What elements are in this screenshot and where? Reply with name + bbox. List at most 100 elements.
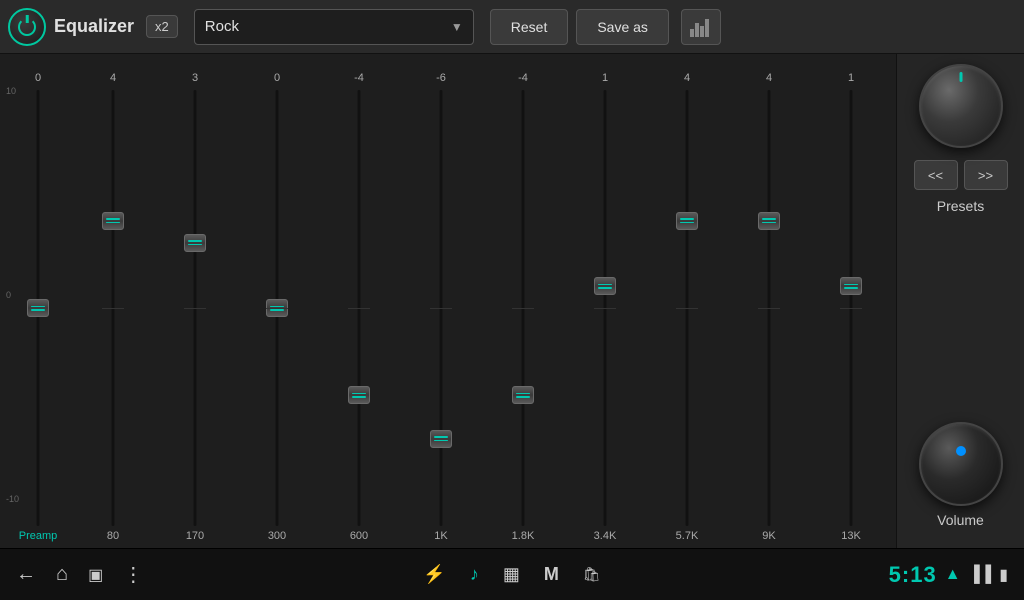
band-track-3.4K xyxy=(604,90,607,526)
volume-label: Volume xyxy=(937,512,984,528)
band-track-170 xyxy=(194,90,197,526)
band-col-80: 480 xyxy=(72,54,154,548)
band-freq-label-300: 300 xyxy=(268,530,286,548)
band-col-1.8K: -4 1.8K xyxy=(482,54,564,548)
preamp-value: 0 xyxy=(35,72,41,86)
right-panel: << >> Presets Volume xyxy=(896,54,1024,548)
preset-selector-wrap: Rock ▼ xyxy=(194,9,474,45)
handle-line xyxy=(762,218,776,220)
stats-icon xyxy=(690,17,712,37)
preamp-slider[interactable] xyxy=(28,90,48,526)
app-title: Equalizer xyxy=(54,16,134,37)
handle-line xyxy=(188,240,202,242)
volume-knob[interactable] xyxy=(919,422,1003,506)
eq-section: 10 0 -10 0 Preamp 48031 xyxy=(0,54,896,548)
statusbar-center: ⚡ ♪ ▦ M 🛍 xyxy=(347,564,678,585)
band-track-80 xyxy=(112,90,115,526)
band-handle-3.4K[interactable] xyxy=(594,277,616,295)
band-col-13K: 1 13K xyxy=(810,54,892,548)
band-track-1K xyxy=(440,90,443,526)
band-freq-label-1K: 1K xyxy=(434,530,447,548)
band-freq-label-13K: 13K xyxy=(841,530,861,548)
band-handle-300[interactable] xyxy=(266,299,288,317)
band-slider-5.7K[interactable] xyxy=(676,90,698,526)
band-handle-9K[interactable] xyxy=(758,212,780,230)
band-track-5.7K xyxy=(686,90,689,526)
band-value-600: -4 xyxy=(354,72,364,86)
handle-line xyxy=(106,218,120,220)
band-handle-1K[interactable] xyxy=(430,430,452,448)
band-freq-label-9K: 9K xyxy=(762,530,775,548)
back-icon[interactable]: ← xyxy=(16,563,36,586)
band-value-170: 3 xyxy=(192,72,198,86)
band-value-13K: 1 xyxy=(848,72,854,86)
band-value-1.8K: -4 xyxy=(518,72,528,86)
band-col-3.4K: 1 3.4K xyxy=(564,54,646,548)
preset-selector[interactable]: Rock ▼ xyxy=(194,9,474,45)
main-area: 10 0 -10 0 Preamp 48031 xyxy=(0,54,1024,548)
handle-line xyxy=(844,287,858,289)
presets-controls: << >> xyxy=(914,160,1008,190)
statusbar-right: 5:13 ▲ ▐▐ ▮ xyxy=(677,562,1008,588)
band-slider-1.8K[interactable] xyxy=(512,90,534,526)
band-value-5.7K: 4 xyxy=(684,72,690,86)
band-handle-600[interactable] xyxy=(348,386,370,404)
band-freq-label-3.4K: 3.4K xyxy=(594,530,617,548)
presets-label: Presets xyxy=(937,198,984,214)
band-value-3.4K: 1 xyxy=(602,72,608,86)
signal-strength-icon: ▐▐ xyxy=(969,566,992,584)
band-handle-170[interactable] xyxy=(184,234,206,252)
stats-button[interactable] xyxy=(681,9,721,45)
handle-line xyxy=(762,222,776,224)
band-slider-80[interactable] xyxy=(102,90,124,526)
power-button[interactable] xyxy=(8,8,46,46)
volume-knob-wrap: Volume xyxy=(919,422,1003,538)
header: Equalizer x2 Rock ▼ Reset Save as xyxy=(0,0,1024,54)
band-track-600 xyxy=(358,90,361,526)
band-value-300: 0 xyxy=(274,72,280,86)
handle-line xyxy=(106,222,120,224)
handle-line xyxy=(680,218,694,220)
volume-knob-indicator xyxy=(956,446,966,456)
band-handle-5.7K[interactable] xyxy=(676,212,698,230)
band-slider-300[interactable] xyxy=(266,90,288,526)
band-col-5.7K: 45.7K xyxy=(646,54,728,548)
chevron-down-icon: ▼ xyxy=(451,20,463,34)
usb-icon: ⚡ xyxy=(423,564,445,585)
recent-apps-icon[interactable]: ▣ xyxy=(88,565,103,585)
band-handle-1.8K[interactable] xyxy=(512,386,534,404)
band-track-13K xyxy=(850,90,853,526)
saveas-button[interactable]: Save as xyxy=(576,9,669,45)
preamp-label: Preamp xyxy=(19,530,58,548)
band-slider-1K[interactable] xyxy=(430,90,452,526)
band-col-170: 3 170 xyxy=(154,54,236,548)
music-icon: ♪ xyxy=(470,564,479,585)
band-slider-3.4K[interactable] xyxy=(594,90,616,526)
band-slider-13K[interactable] xyxy=(840,90,862,526)
handle-line xyxy=(270,309,284,311)
knob-indicator xyxy=(959,72,962,82)
band-value-1K: -6 xyxy=(436,72,446,86)
wifi-icon: ▲ xyxy=(945,566,961,584)
band-col-600: -4600 xyxy=(318,54,400,548)
band-freq-label-1.8K: 1.8K xyxy=(512,530,535,548)
menu-icon[interactable]: ⋮ xyxy=(123,562,143,587)
handle-line xyxy=(598,284,612,286)
statusbar-left: ← ⌂ ▣ ⋮ xyxy=(16,562,347,587)
preset-prev-button[interactable]: << xyxy=(914,160,958,190)
band-value-9K: 4 xyxy=(766,72,772,86)
eq-knob[interactable] xyxy=(919,64,1003,148)
handle-line xyxy=(270,306,284,308)
band-handle-13K[interactable] xyxy=(840,277,862,295)
band-slider-600[interactable] xyxy=(348,90,370,526)
band-freq-label-170: 170 xyxy=(186,530,204,548)
preset-next-button[interactable]: >> xyxy=(964,160,1008,190)
handle-line xyxy=(188,244,202,246)
reset-button[interactable]: Reset xyxy=(490,9,569,45)
band-slider-9K[interactable] xyxy=(758,90,780,526)
band-handle-80[interactable] xyxy=(102,212,124,230)
band-slider-170[interactable] xyxy=(184,90,206,526)
handle-line xyxy=(516,396,530,398)
home-icon[interactable]: ⌂ xyxy=(56,563,68,586)
handle-line xyxy=(680,222,694,224)
